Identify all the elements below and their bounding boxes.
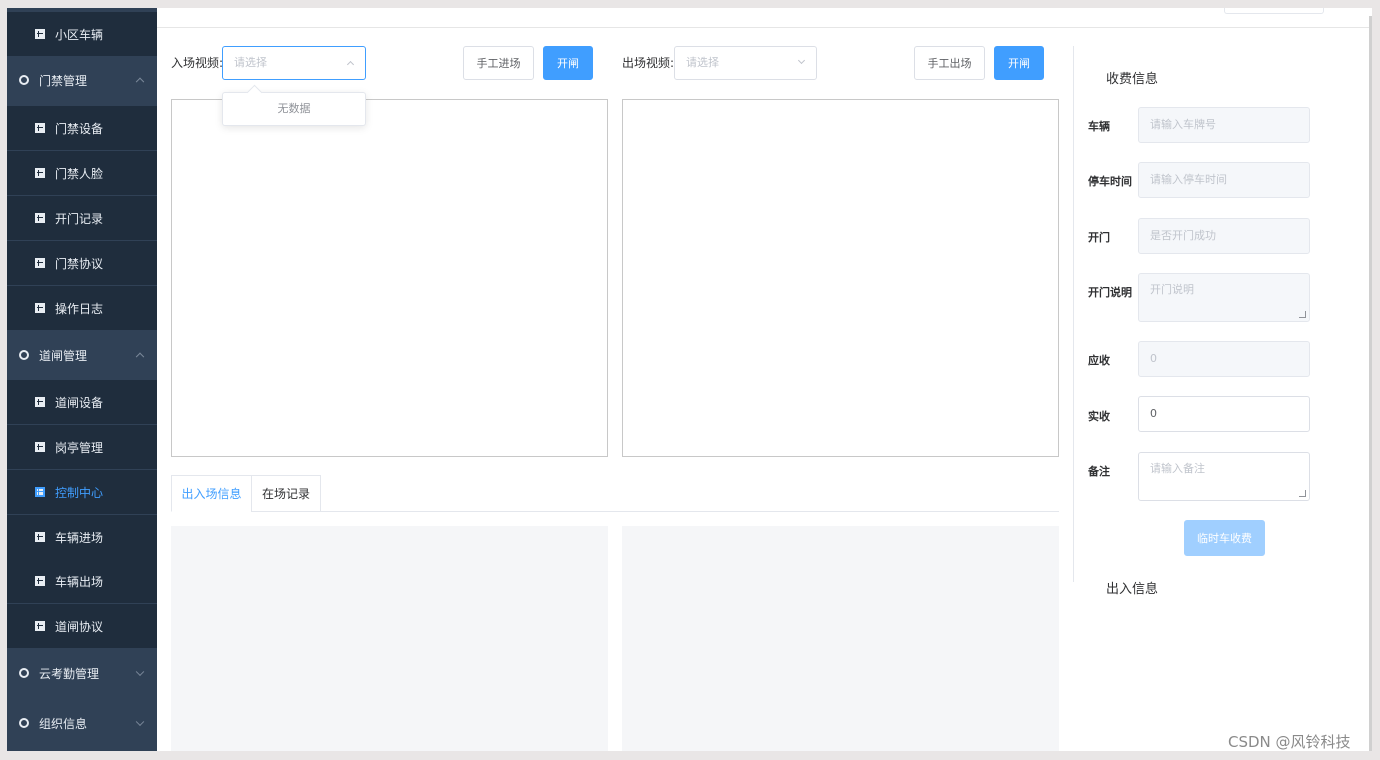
sidebar-item-label: 操作日志: [55, 301, 104, 316]
exit-info-panel: [622, 526, 1059, 751]
grid-icon: [35, 621, 45, 631]
sidebar-item-label: 车辆出场: [55, 574, 104, 589]
field-label-open-door: 开门: [1088, 231, 1110, 244]
gear-icon: [19, 75, 29, 85]
tab-inout-info[interactable]: 出入场信息: [171, 475, 252, 512]
field-label-parking-time: 停车时间: [1088, 175, 1132, 188]
sidebar-item-operation-log[interactable]: 操作日志: [7, 286, 157, 330]
sidebar-group-access-control[interactable]: 门禁管理: [7, 58, 157, 102]
entry-info-panel: [171, 526, 608, 751]
chevron-up-icon: [346, 60, 355, 69]
entry-video-player[interactable]: [171, 99, 608, 457]
field-label-open-note: 开门说明: [1088, 286, 1132, 299]
exit-video-label: 出场视频:: [622, 56, 675, 70]
sidebar-item-access-device[interactable]: 门禁设备: [7, 106, 157, 150]
sidebar-group-label: 门禁管理: [39, 73, 88, 88]
sidebar-item-label: 道闸设备: [55, 395, 104, 410]
fee-section-title: 收费信息: [1106, 72, 1159, 87]
exit-video-placeholder: 请选择: [686, 56, 719, 69]
chevron-up-icon: [135, 352, 145, 362]
inout-section-title: 出入信息: [1106, 582, 1159, 597]
sidebar-item-barrier-protocol[interactable]: 道闸协议: [7, 604, 157, 648]
chevron-down-icon: [797, 56, 806, 65]
sidebar-group-label: 道闸管理: [39, 348, 88, 363]
sidebar-item-vehicle-entry[interactable]: 车辆进场: [7, 515, 157, 559]
csdn-watermark: CSDN @风铃科技: [1228, 733, 1351, 751]
chevron-down-icon: [135, 717, 145, 727]
temp-vehicle-charge-button[interactable]: 临时车收费: [1184, 520, 1265, 556]
grid-icon: [35, 442, 45, 452]
manual-exit-button[interactable]: 手工出场: [914, 46, 985, 80]
sidebar-item-access-protocol[interactable]: 门禁协议: [7, 241, 157, 285]
grid-icon: [35, 532, 45, 542]
grid-icon: [35, 29, 45, 39]
top-navbar: [157, 8, 1372, 28]
exit-video-player[interactable]: [622, 99, 1059, 457]
grid-icon: [35, 168, 45, 178]
receivable-input[interactable]: 0: [1138, 341, 1310, 377]
sidebar-item-label: 车辆进场: [55, 530, 104, 545]
sidebar-group-barrier[interactable]: 道闸管理: [7, 333, 157, 377]
grid-icon: [35, 303, 45, 313]
sidebar-item-label: 门禁人脸: [55, 166, 104, 181]
vehicle-plate-input[interactable]: 请输入车牌号: [1138, 107, 1310, 143]
sidebar-item-community-vehicles[interactable]: 小区车辆: [7, 12, 157, 56]
sidebar-item-label: 控制中心: [55, 485, 104, 500]
sidebar-group-organization[interactable]: 组织信息: [7, 701, 157, 745]
exit-video-select[interactable]: 请选择: [674, 46, 817, 80]
grid-icon: [35, 123, 45, 133]
sidebar-item-access-face[interactable]: 门禁人脸: [7, 151, 157, 195]
gear-icon: [19, 668, 29, 678]
panel-divider: [1073, 46, 1074, 582]
sidebar-item-label: 开门记录: [55, 211, 104, 226]
sidebar-item-label: 门禁协议: [55, 256, 104, 271]
sidebar-item-open-records[interactable]: 开门记录: [7, 196, 157, 240]
sidebar-item-label: 道闸协议: [55, 619, 104, 634]
field-label-received: 实收: [1088, 410, 1110, 423]
sidebar: 小区车辆 门禁管理 门禁设备 门禁人脸 开门记录 门禁协议 操作日志 道闸管理 …: [7, 8, 157, 751]
open-gate-exit-button[interactable]: 开闸: [994, 46, 1044, 80]
sidebar-group-label: 云考勤管理: [39, 666, 100, 681]
received-input[interactable]: 0: [1138, 396, 1310, 432]
parking-time-input[interactable]: 请输入停车时间: [1138, 162, 1310, 198]
chevron-down-icon: [135, 667, 145, 677]
gear-icon: [19, 718, 29, 728]
manual-entry-button[interactable]: 手工进场: [463, 46, 534, 80]
tab-onsite-records[interactable]: 在场记录: [251, 475, 321, 512]
entry-video-select[interactable]: 请选择: [222, 46, 366, 80]
scrollbar[interactable]: [1369, 16, 1372, 751]
entry-video-label: 入场视频:: [171, 56, 224, 70]
sidebar-item-label: 门禁设备: [55, 121, 104, 136]
grid-icon: [35, 213, 45, 223]
app-window: 小区车辆 门禁管理 门禁设备 门禁人脸 开门记录 门禁协议 操作日志 道闸管理 …: [7, 8, 1372, 751]
sidebar-group-label: 组织信息: [39, 716, 88, 731]
grid-icon: [35, 487, 45, 497]
sidebar-item-label: 小区车辆: [55, 27, 104, 42]
sidebar-item-booth-management[interactable]: 岗亭管理: [7, 425, 157, 469]
grid-icon: [35, 397, 45, 407]
sidebar-item-barrier-device[interactable]: 道闸设备: [7, 380, 157, 424]
open-note-textarea[interactable]: 开门说明: [1138, 273, 1310, 322]
entry-video-dropdown: 无数据: [222, 92, 366, 126]
field-label-vehicle: 车辆: [1088, 120, 1110, 133]
navbar-widget[interactable]: [1224, 8, 1324, 14]
chevron-up-icon: [135, 77, 145, 87]
open-door-input[interactable]: 是否开门成功: [1138, 218, 1310, 254]
grid-icon: [35, 576, 45, 586]
sidebar-item-control-center[interactable]: 控制中心: [7, 470, 157, 514]
gear-icon: [19, 350, 29, 360]
sidebar-item-vehicle-exit[interactable]: 车辆出场: [7, 559, 157, 603]
grid-icon: [35, 258, 45, 268]
dropdown-empty-text: 无数据: [277, 102, 311, 115]
field-label-remark: 备注: [1088, 465, 1110, 478]
open-gate-entry-button[interactable]: 开闸: [543, 46, 593, 80]
entry-video-placeholder: 请选择: [234, 56, 267, 69]
field-label-receivable: 应收: [1088, 354, 1110, 367]
remark-textarea[interactable]: 请输入备注: [1138, 452, 1310, 501]
sidebar-group-cloud-attendance[interactable]: 云考勤管理: [7, 651, 157, 695]
sidebar-item-label: 岗亭管理: [55, 440, 104, 455]
